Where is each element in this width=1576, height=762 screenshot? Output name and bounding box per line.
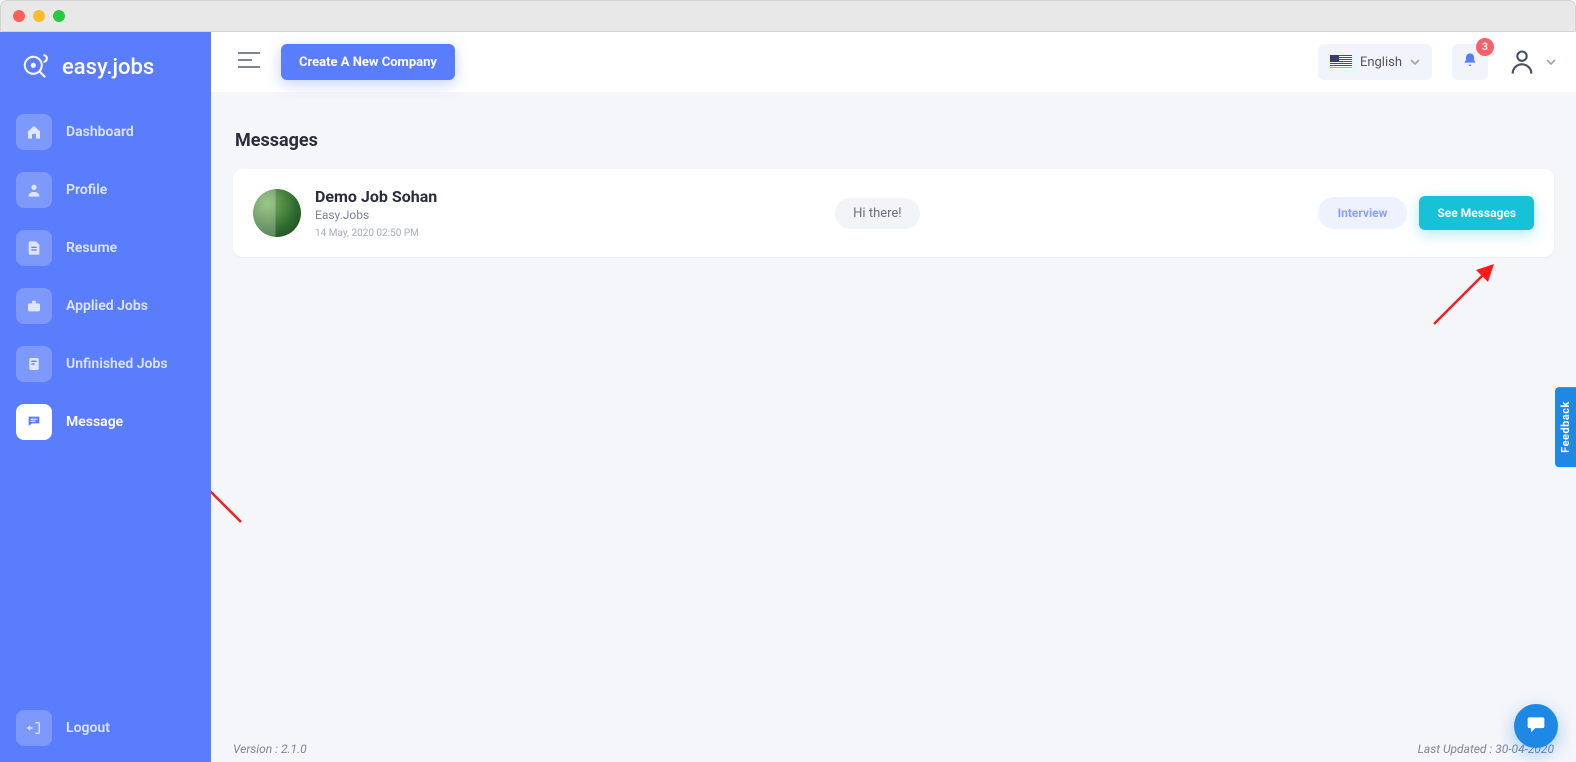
logout-icon xyxy=(16,710,52,746)
person-icon xyxy=(1508,48,1536,76)
message-timestamp: 14 May, 2020 02:50 PM xyxy=(315,228,437,239)
sender-avatar xyxy=(253,189,301,237)
file-icon xyxy=(16,346,52,382)
message-card: Demo Job Sohan Easy.Jobs 14 May, 2020 02… xyxy=(233,169,1554,257)
home-icon xyxy=(16,114,52,150)
message-preview: Hi there! xyxy=(835,198,920,229)
content-area: Messages Demo Job Sohan Easy.Jobs 14 May… xyxy=(211,92,1576,762)
sidebar-label: Message xyxy=(66,414,123,430)
chevron-down-icon xyxy=(1410,57,1420,67)
window-maximize-dot[interactable] xyxy=(53,10,65,22)
feedback-tab[interactable]: Feedback xyxy=(1555,387,1576,467)
sidebar-item-resume[interactable]: Resume xyxy=(10,224,201,272)
sidebar-footer: Logout xyxy=(10,704,201,752)
sidebar-label: Dashboard xyxy=(66,124,134,140)
create-company-button[interactable]: Create A New Company xyxy=(281,44,455,80)
sidebar-label: Applied Jobs xyxy=(66,298,148,314)
user-icon xyxy=(16,172,52,208)
sidebar: easy.jobs Dashboard Profile Resume xyxy=(0,32,211,762)
chevron-down-icon xyxy=(1546,57,1556,67)
sidebar-item-profile[interactable]: Profile xyxy=(10,166,201,214)
see-messages-button[interactable]: See Messages xyxy=(1419,196,1534,230)
main-area: Create A New Company English 3 xyxy=(211,32,1576,762)
message-meta: Demo Job Sohan Easy.Jobs 14 May, 2020 02… xyxy=(315,187,437,239)
notifications-button[interactable]: 3 xyxy=(1452,44,1488,80)
window-titlebar xyxy=(0,0,1576,32)
sidebar-label: Resume xyxy=(66,240,117,256)
chat-icon xyxy=(16,404,52,440)
topbar: Create A New Company English 3 xyxy=(211,32,1576,92)
logo-icon xyxy=(18,50,52,84)
annotation-arrow-button xyxy=(1426,252,1506,336)
message-preview-wrap: Hi there! xyxy=(437,198,1317,229)
sidebar-item-applied-jobs[interactable]: Applied Jobs xyxy=(10,282,201,330)
footer: Version : 2.1.0 Last Updated : 30-04-202… xyxy=(233,742,1554,756)
brand-name: easy.jobs xyxy=(62,55,154,80)
bell-icon xyxy=(1462,52,1478,72)
chat-fab[interactable] xyxy=(1514,704,1558,748)
chat-bubble-icon xyxy=(1526,714,1546,738)
topbar-right: English 3 xyxy=(1318,44,1556,80)
sidebar-label: Profile xyxy=(66,182,107,198)
version-label: Version : 2.1.0 xyxy=(233,742,307,756)
hamburger-icon xyxy=(237,52,261,72)
sidebar-label: Logout xyxy=(66,720,110,736)
briefcase-icon xyxy=(16,288,52,324)
sidebar-item-logout[interactable]: Logout xyxy=(10,704,201,752)
user-menu[interactable] xyxy=(1508,48,1556,76)
window-close-dot[interactable] xyxy=(13,10,25,22)
feedback-label: Feedback xyxy=(1559,401,1572,453)
document-icon xyxy=(16,230,52,266)
brand-logo[interactable]: easy.jobs xyxy=(10,46,201,102)
menu-toggle[interactable] xyxy=(231,44,267,80)
sidebar-item-dashboard[interactable]: Dashboard xyxy=(10,108,201,156)
window-minimize-dot[interactable] xyxy=(33,10,45,22)
notification-count: 3 xyxy=(1476,38,1494,56)
language-label: English xyxy=(1360,55,1402,70)
sidebar-item-message[interactable]: Message xyxy=(10,398,201,446)
sender-company: Easy.Jobs xyxy=(315,208,437,222)
sender-name: Demo Job Sohan xyxy=(315,187,437,206)
app-root: easy.jobs Dashboard Profile Resume xyxy=(0,32,1576,762)
sidebar-nav: Dashboard Profile Resume Applied Jobs xyxy=(10,108,201,446)
us-flag-icon xyxy=(1330,55,1352,69)
language-selector[interactable]: English xyxy=(1318,44,1432,80)
sidebar-label: Unfinished Jobs xyxy=(66,356,168,372)
sidebar-item-unfinished-jobs[interactable]: Unfinished Jobs xyxy=(10,340,201,388)
interview-button[interactable]: Interview xyxy=(1318,197,1408,229)
page-title: Messages xyxy=(235,130,1554,151)
annotation-arrow-sidebar xyxy=(211,412,251,536)
